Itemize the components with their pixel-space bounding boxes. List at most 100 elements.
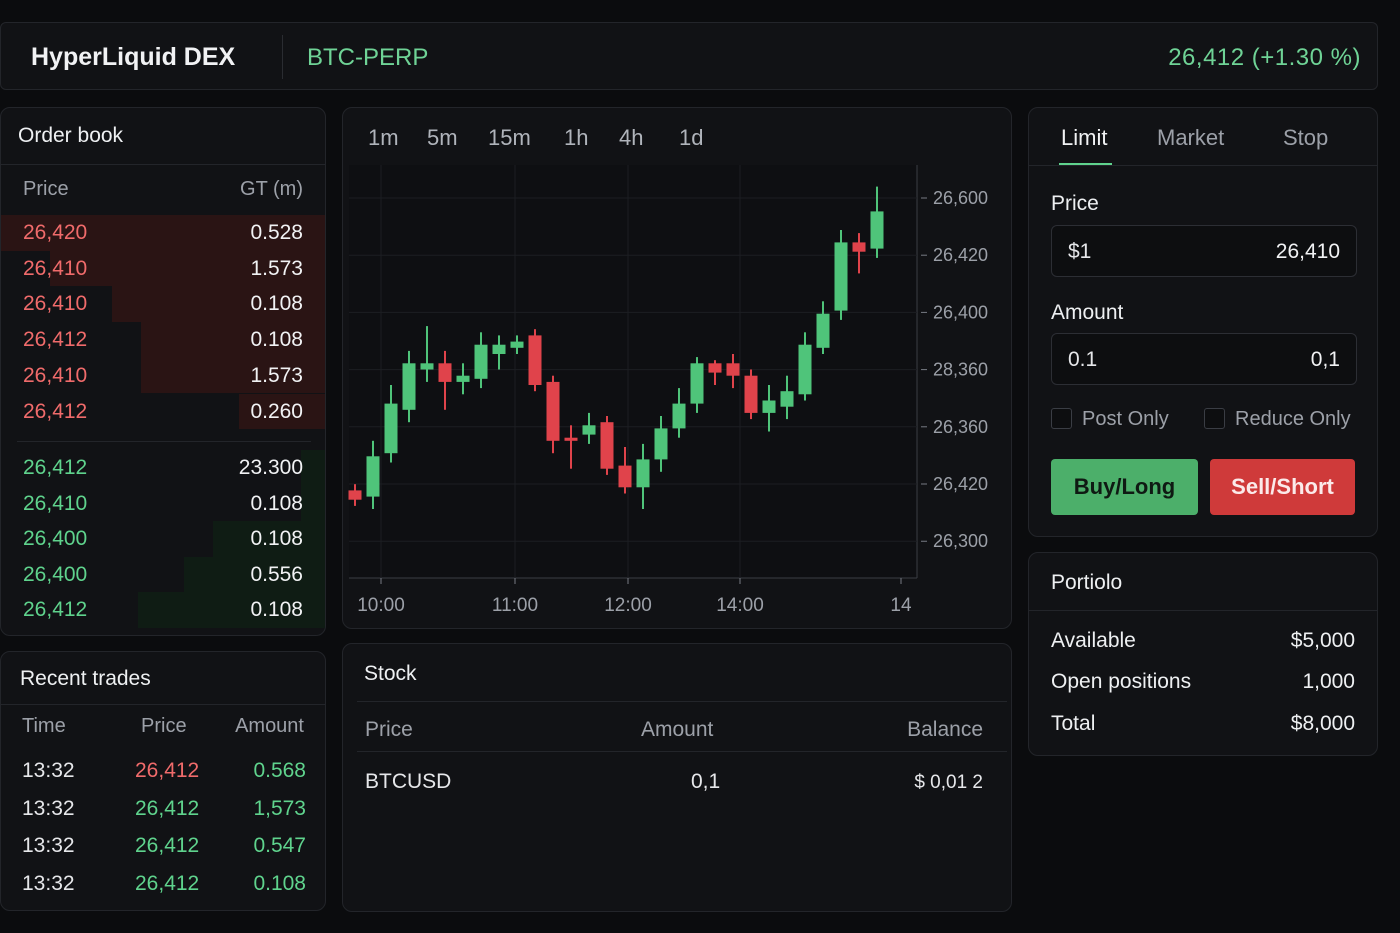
ask-row[interactable]: 26,410 0.108: [1, 286, 325, 323]
candle-body[interactable]: [420, 363, 434, 370]
depth-bar: [300, 450, 325, 486]
amount-input[interactable]: 0,1: [1311, 348, 1340, 372]
candle-body[interactable]: [654, 428, 668, 460]
amount-prefix: 0.1: [1068, 348, 1098, 371]
candle-body[interactable]: [348, 490, 362, 500]
stock-balance-cell: $ 0,01 2: [914, 772, 983, 793]
ask-amount: 1.573: [250, 256, 303, 280]
candle-body[interactable]: [780, 391, 794, 407]
candle-body[interactable]: [456, 375, 470, 382]
price-chart-panel: 1m 5m 15m 1h 4h 1d 26,600 26,420 26,400 28,360 26…: [342, 107, 1012, 629]
trade-price: 26,412: [135, 871, 200, 895]
stock-symbol-cell: BTCUSD: [365, 770, 452, 793]
bid-row[interactable]: 26,410 0.108: [1, 485, 325, 522]
trade-amount: 0.568: [253, 759, 306, 782]
tab-limit[interactable]: Limit: [1061, 125, 1107, 151]
reduce-only-label: Reduce Only: [1235, 408, 1351, 430]
portfolio-label: Open positions: [1051, 670, 1192, 693]
candle-body[interactable]: [870, 211, 884, 249]
candle-body[interactable]: [834, 242, 848, 311]
ask-price: 26,410: [23, 292, 88, 316]
x-tick-label: 14: [890, 595, 912, 616]
candle-body[interactable]: [492, 344, 506, 354]
candle-body[interactable]: [762, 400, 776, 413]
bid-amount: 0.108: [250, 527, 303, 550]
bid-row[interactable]: 26,412 0.108: [1, 592, 325, 628]
candle-body[interactable]: [582, 425, 596, 435]
candle-body[interactable]: [726, 363, 740, 376]
x-tick-label: 11:00: [492, 595, 538, 616]
market-symbol[interactable]: BTC-PERP: [307, 44, 428, 72]
candle-body[interactable]: [366, 456, 380, 497]
bid-price: 26,400: [23, 562, 88, 586]
checkbox-box[interactable]: [1204, 408, 1225, 429]
sell-short-button[interactable]: Sell/Short: [1210, 459, 1355, 515]
portfolio-label: Available: [1051, 629, 1136, 652]
candle-body[interactable]: [636, 459, 650, 488]
price-input[interactable]: 26,410: [1276, 240, 1340, 264]
app-brand: HyperLiquid DEX: [31, 43, 236, 71]
ask-amount: 0.108: [250, 292, 303, 316]
bid-row[interactable]: 26,400 0.556: [1, 556, 325, 593]
order-book-title: Order book: [18, 124, 124, 147]
ask-price: 26,420: [23, 221, 88, 244]
candle-body[interactable]: [618, 465, 632, 488]
candlestick-chart[interactable]: 26,600 26,420 26,400 28,360 26,360 26,420 26,3…: [343, 108, 1012, 629]
post-only-checkbox[interactable]: Post Only: [1051, 408, 1169, 431]
trades-amount-header: Amount: [235, 715, 304, 737]
x-tick-label: 14:00: [716, 595, 764, 616]
tab-market[interactable]: Market: [1157, 125, 1224, 151]
trade-row: 13:32 26,412 0.547: [1, 828, 325, 866]
candle-body[interactable]: [600, 422, 614, 469]
ask-amount: 1.573: [250, 363, 303, 387]
header-divider: [282, 35, 283, 79]
ask-row[interactable]: 26,410 1.573: [1, 357, 325, 394]
candle-body[interactable]: [402, 363, 416, 410]
post-only-label: Post Only: [1082, 408, 1169, 430]
tab-stop[interactable]: Stop: [1283, 125, 1328, 151]
reduce-only-checkbox[interactable]: Reduce Only: [1204, 408, 1351, 431]
trade-time: 13:32: [22, 796, 75, 820]
buy-long-button[interactable]: Buy/Long: [1051, 459, 1198, 515]
portfolio-label: Total: [1051, 712, 1096, 735]
candle-body[interactable]: [690, 363, 704, 404]
candle-body[interactable]: [528, 335, 542, 385]
ask-amount: 0.528: [250, 221, 303, 244]
candle-body[interactable]: [744, 375, 758, 413]
ask-amount: 0.108: [250, 328, 303, 352]
price-field[interactable]: $1 26,410: [1051, 225, 1357, 277]
candle-body[interactable]: [510, 341, 524, 348]
ask-row[interactable]: 26,412 0.108: [1, 322, 325, 358]
candle-body[interactable]: [672, 403, 686, 429]
candle-body[interactable]: [798, 344, 812, 395]
candle-body[interactable]: [564, 437, 578, 441]
trade-time: 13:32: [22, 834, 75, 858]
amount-field[interactable]: 0.1 0,1: [1051, 333, 1357, 385]
trade-time: 13:32: [22, 759, 75, 782]
divider: [1029, 165, 1377, 166]
trade-amount: 0.108: [253, 871, 306, 895]
portfolio-value: $8,000: [1290, 712, 1355, 735]
trade-row: 13:32 26,412 0.568: [1, 753, 325, 791]
candle-body[interactable]: [384, 403, 398, 454]
order-book-amount-header: GT (m): [240, 178, 303, 200]
candle-body[interactable]: [438, 363, 452, 382]
candle-body[interactable]: [816, 313, 830, 348]
bid-row[interactable]: 26,400 0.108: [1, 521, 325, 557]
ask-price: 26,412: [23, 328, 88, 352]
depth-bar: [300, 485, 325, 522]
candle-body[interactable]: [474, 344, 488, 379]
divider: [357, 701, 1007, 702]
y-tick-label: 26,420: [933, 474, 988, 494]
checkbox-box[interactable]: [1051, 408, 1072, 429]
candle-body[interactable]: [708, 363, 722, 373]
trade-price: 26,412: [135, 796, 200, 820]
bid-amount: 23.300: [238, 456, 303, 479]
ask-row[interactable]: 26,412 0.260: [1, 393, 325, 430]
ask-row[interactable]: 26,420 0.528: [1, 215, 325, 251]
bid-row[interactable]: 26,412 23.300: [1, 450, 325, 486]
ask-row[interactable]: 26,410 1.573: [1, 250, 325, 287]
stock-title: Stock: [364, 662, 417, 685]
candle-body[interactable]: [852, 242, 866, 252]
candle-body[interactable]: [546, 381, 560, 441]
